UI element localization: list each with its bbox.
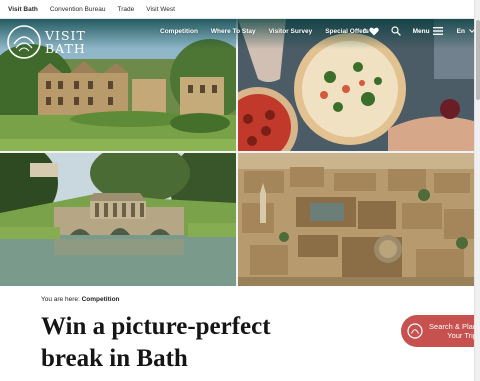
logo-wordmark: VISIT BATH	[45, 29, 86, 55]
nav-item-competition[interactable]: Competition	[160, 28, 198, 35]
visit-bath-logo-icon	[7, 25, 41, 59]
favourites-count: 0	[363, 27, 367, 35]
scrollbar-thumb[interactable]	[476, 20, 480, 100]
breadcrumb-current: Competition	[81, 296, 120, 303]
heart-icon	[368, 27, 379, 35]
hero-image-palladian-bridge	[0, 153, 236, 286]
main-nav: Competition Where To Stay Visitor Survey…	[160, 24, 382, 38]
utility-link-visit-bath[interactable]: Visit Bath	[8, 6, 38, 13]
utility-link-convention-bureau[interactable]: Convention Bureau	[50, 6, 106, 13]
cta-line-1: Search & Plan	[429, 322, 477, 331]
utility-bar: Visit Bath Convention Bureau Trade Visit…	[0, 0, 480, 19]
page-title: Win a picture-perfect break in Bath	[41, 313, 271, 372]
header-tools: 0 Menu En	[363, 24, 475, 38]
utility-link-visit-west[interactable]: Visit West	[146, 6, 175, 13]
page-scrollbar[interactable]	[474, 0, 480, 381]
search-button[interactable]	[391, 26, 401, 36]
cta-line-2: Your Trip	[447, 331, 477, 340]
menu-label: Menu	[412, 27, 430, 35]
hamburger-icon	[432, 27, 443, 35]
search-icon	[391, 26, 401, 36]
cta-label: Search & Plan Your Trip	[429, 322, 477, 340]
search-plan-icon	[407, 323, 423, 339]
favourites-button[interactable]: 0	[363, 27, 379, 36]
nav-item-visitor-survey[interactable]: Visitor Survey	[269, 28, 313, 35]
breadcrumb: You are here: Competition	[41, 296, 120, 303]
breadcrumb-prefix: You are here:	[41, 296, 80, 303]
language-selector[interactable]: En	[457, 28, 475, 35]
nav-item-where-to-stay[interactable]: Where To Stay	[211, 28, 256, 35]
hero-image-bath-aerial	[238, 153, 474, 286]
menu-button[interactable]: Menu	[413, 27, 443, 35]
logo-line-bath: BATH	[45, 41, 86, 56]
language-label: En	[456, 27, 465, 35]
utility-link-trade[interactable]: Trade	[118, 6, 135, 13]
search-plan-trip-button[interactable]: Search & Plan Your Trip	[401, 315, 480, 347]
site-logo[interactable]: VISIT BATH	[6, 24, 90, 60]
